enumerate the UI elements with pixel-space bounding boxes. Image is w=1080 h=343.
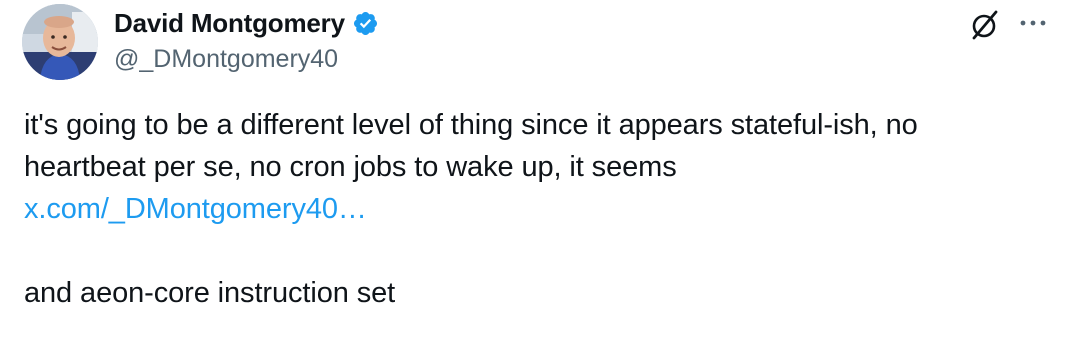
- avatar-image: [22, 4, 98, 80]
- tweet-link[interactable]: x.com/_DMontgomery40…: [24, 193, 367, 225]
- more-horizontal-icon[interactable]: [1014, 8, 1052, 38]
- author-handle[interactable]: @_DMontgomery40: [114, 45, 338, 74]
- verified-badge-icon: [352, 10, 379, 37]
- grok-slash-icon[interactable]: [968, 8, 1002, 42]
- author-display-name[interactable]: David Montgomery: [114, 8, 345, 39]
- author-name-row[interactable]: David Montgomery: [114, 6, 379, 40]
- tweet-card: David Montgomery @_DMontgomery40 it's go…: [0, 0, 1080, 343]
- tweet-text-line: heartbeat per se, no cron jobs to wake u…: [24, 151, 677, 183]
- tweet-text: it's going to be a different level of th…: [24, 104, 1054, 314]
- tweet-text-line: and aeon-core instruction set: [24, 277, 396, 309]
- avatar[interactable]: [22, 4, 98, 80]
- tweet-text-line: it's going to be a different level of th…: [24, 109, 918, 141]
